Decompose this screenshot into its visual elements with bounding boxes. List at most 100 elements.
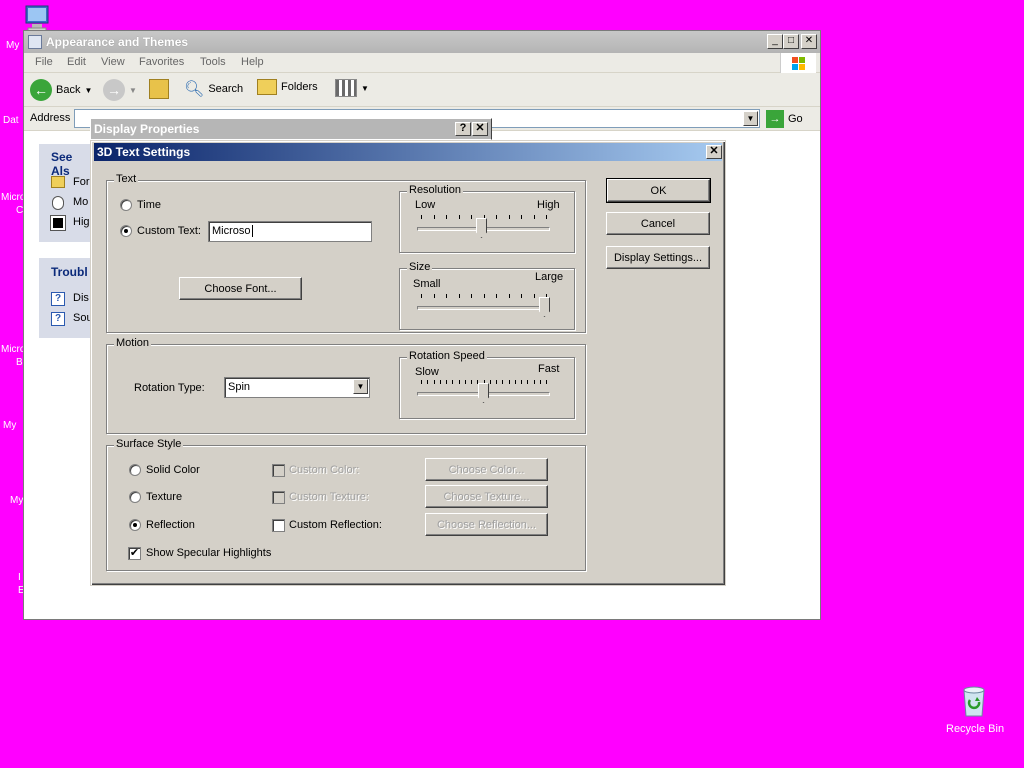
slider-track	[417, 306, 550, 310]
custom-text-input[interactable]: Microso	[208, 221, 372, 242]
chevron-down-icon[interactable]: ▼	[129, 86, 137, 95]
see-also-heading: See Als	[51, 150, 73, 178]
menu-edit[interactable]: Edit	[67, 56, 86, 68]
time-radio[interactable]	[120, 199, 132, 211]
slider-thumb[interactable]	[476, 218, 487, 238]
side-link[interactable]: Dis	[73, 292, 89, 304]
solid-color-label[interactable]: Solid Color	[146, 464, 200, 476]
desktop-icon-label[interactable]: My	[10, 495, 23, 506]
text-group: Text Time Custom Text: Microso Choose Fo…	[106, 173, 586, 333]
menu-help[interactable]: Help	[241, 56, 264, 68]
dialog-title-bar[interactable]: 3D Text Settings ✕	[94, 143, 722, 161]
slider-tick	[421, 294, 422, 298]
choose-reflection-button[interactable]: Choose Reflection...	[425, 513, 548, 536]
forward-button[interactable]: → ▼	[103, 79, 137, 101]
slider-thumb[interactable]	[539, 297, 550, 317]
desktop-icon-label[interactable]: I	[18, 572, 21, 583]
specular-highlights-checkbox[interactable]: ✔	[128, 547, 141, 560]
display-properties-title: Display Properties	[94, 122, 200, 136]
reflection-label[interactable]: Reflection	[146, 519, 195, 531]
up-folder-button[interactable]	[149, 79, 169, 99]
desktop-icon-label[interactable]: Micro	[1, 192, 25, 203]
views-icon	[335, 79, 357, 97]
go-button[interactable]: → Go	[766, 110, 803, 128]
desktop-icon-label[interactable]: Micro	[1, 344, 25, 355]
desktop-icon-label[interactable]: My	[3, 420, 16, 431]
custom-reflection-label[interactable]: Custom Reflection:	[289, 519, 382, 531]
folders-button[interactable]: Folders	[257, 79, 318, 95]
up-folder-icon	[149, 79, 169, 99]
custom-color-label[interactable]: Custom Color:	[289, 464, 359, 476]
close-button[interactable]: ✕	[706, 145, 722, 159]
slider-tick	[540, 380, 541, 384]
chevron-down-icon[interactable]: ▼	[84, 86, 92, 95]
slider-tick	[471, 215, 472, 219]
custom-texture-checkbox[interactable]	[272, 491, 285, 504]
specular-highlights-label[interactable]: Show Specular Highlights	[146, 547, 271, 559]
rotation-speed-fast-label: Fast	[538, 363, 560, 375]
slider-tick	[434, 215, 435, 219]
texture-label[interactable]: Texture	[146, 491, 182, 503]
custom-texture-label[interactable]: Custom Texture:	[289, 491, 369, 503]
ok-button[interactable]: OK	[606, 178, 711, 203]
resolution-slider[interactable]	[417, 215, 550, 245]
display-settings-button[interactable]: Display Settings...	[606, 246, 710, 269]
reflection-radio[interactable]	[129, 519, 141, 531]
custom-reflection-checkbox[interactable]	[272, 519, 285, 532]
choose-texture-label: Choose Texture...	[443, 490, 530, 503]
custom-text-label[interactable]: Custom Text:	[137, 225, 201, 237]
desktop-icon-label[interactable]: Dat	[3, 115, 19, 126]
back-button[interactable]: ← Back ▼	[30, 79, 92, 101]
slider-tick	[446, 215, 447, 219]
choose-font-button[interactable]: Choose Font...	[179, 277, 302, 300]
folders-icon	[257, 79, 277, 95]
recycle-bin-label[interactable]: Recycle Bin	[946, 723, 1004, 735]
chevron-down-icon[interactable]: ▼	[743, 111, 758, 126]
side-link[interactable]: Hig	[73, 216, 90, 228]
texture-radio[interactable]	[129, 491, 141, 503]
folder-icon	[28, 35, 42, 49]
menu-view[interactable]: View	[101, 56, 125, 68]
custom-text-radio[interactable]	[120, 225, 132, 237]
slider-tick	[446, 380, 447, 384]
desktop-icon-label[interactable]: B	[16, 357, 23, 368]
rotation-speed-slider[interactable]	[417, 380, 550, 410]
search-button[interactable]: 🔍︎ Search	[184, 79, 243, 99]
recycle-bin-icon[interactable]	[958, 684, 990, 718]
back-label: Back	[56, 84, 81, 96]
display-properties-title-bar[interactable]: Display Properties ? ✕	[90, 118, 492, 140]
toolbar: ← Back ▼ → ▼ 🔍︎ Search Folders ▼	[24, 73, 820, 107]
resolution-legend: Resolution	[407, 184, 463, 196]
forward-arrow-icon: →	[103, 79, 125, 101]
choose-color-button[interactable]: Choose Color...	[425, 458, 548, 481]
minimize-button[interactable]: _	[767, 34, 783, 49]
menu-file[interactable]: File	[35, 56, 53, 68]
resolution-high-label: High	[537, 199, 560, 211]
slider-thumb[interactable]	[478, 383, 489, 403]
side-link[interactable]: For	[73, 176, 90, 188]
menu-tools[interactable]: Tools	[200, 56, 226, 68]
close-button[interactable]: ✕	[801, 34, 817, 49]
slider-tick	[534, 380, 535, 384]
help-button[interactable]: ?	[455, 122, 471, 136]
chevron-down-icon[interactable]: ▼	[361, 84, 369, 93]
choose-texture-button[interactable]: Choose Texture...	[425, 485, 548, 508]
slider-tick	[509, 215, 510, 219]
chevron-down-icon[interactable]: ▼	[353, 379, 368, 394]
menu-favorites[interactable]: Favorites	[139, 56, 184, 68]
explorer-title-bar[interactable]: Appearance and Themes _ □ ✕	[24, 31, 820, 53]
side-link[interactable]: Mo	[73, 196, 88, 208]
cancel-button[interactable]: Cancel	[606, 212, 710, 235]
desktop-icon-label[interactable]: My	[6, 40, 19, 51]
help-icon: ?	[51, 292, 65, 306]
slider-tick	[440, 380, 441, 384]
time-label[interactable]: Time	[137, 199, 161, 211]
custom-color-checkbox[interactable]	[272, 464, 285, 477]
slider-tick	[509, 380, 510, 384]
maximize-button[interactable]: □	[783, 34, 799, 49]
rotation-type-select[interactable]: Spin ▼	[224, 377, 370, 398]
close-button[interactable]: ✕	[472, 122, 488, 136]
views-button[interactable]: ▼	[335, 79, 369, 97]
solid-color-radio[interactable]	[129, 464, 141, 476]
size-slider[interactable]	[417, 294, 550, 324]
